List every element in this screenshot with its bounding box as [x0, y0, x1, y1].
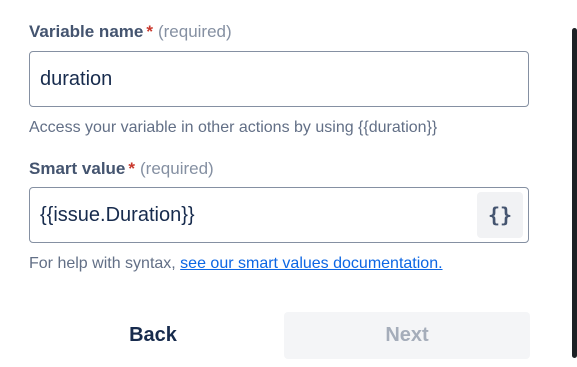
- variable-name-label: Variable name * (required): [29, 22, 232, 42]
- next-button[interactable]: Next: [284, 312, 530, 359]
- smart-value-label: Smart value * (required): [29, 159, 214, 179]
- smart-value-value: {{issue.Duration}}: [40, 203, 195, 226]
- smart-value-help-prefix: For help with syntax,: [29, 255, 181, 272]
- next-button-label: Next: [385, 324, 429, 346]
- smart-value-input[interactable]: {{issue.Duration}} {}: [29, 187, 529, 243]
- back-button[interactable]: Back: [30, 312, 276, 359]
- smart-value-help: For help with syntax, see our smart valu…: [29, 255, 443, 273]
- variable-name-value: duration: [40, 67, 113, 90]
- smart-value-label-text: Smart value: [29, 159, 126, 178]
- required-asterisk: *: [146, 22, 153, 41]
- required-asterisk: *: [128, 159, 136, 178]
- variable-name-help: Access your variable in other actions by…: [29, 119, 438, 136]
- required-hint: (required): [140, 159, 214, 178]
- required-hint: (required): [157, 22, 232, 41]
- curly-braces-icon: {}: [487, 203, 513, 227]
- variable-name-input[interactable]: duration: [29, 51, 529, 107]
- smart-values-documentation-link[interactable]: see our smart values documentation.: [180, 255, 442, 272]
- scrollbar[interactable]: [572, 28, 577, 358]
- create-variable-panel: Variable name * (required) duration Access…: [0, 0, 577, 367]
- insert-smart-value-button[interactable]: {}: [477, 192, 523, 238]
- variable-name-label-text: Variable name: [29, 22, 144, 41]
- back-button-label: Back: [129, 324, 177, 346]
